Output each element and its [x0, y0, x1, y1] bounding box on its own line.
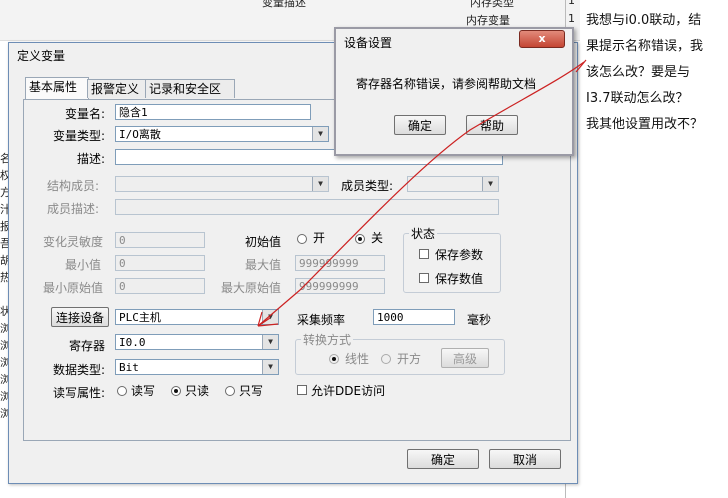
question-line: 果提示名称错误，我 [586, 39, 704, 54]
question-line: 我想与i0.0联动，结 [586, 13, 702, 28]
question-text: 我想与i0.0联动，结 果提示名称错误，我 该怎么改？要是与 I3.7联动怎么改… [586, 8, 726, 138]
annotation-stroke [257, 61, 585, 327]
question-line: 该怎么改？要是与 [586, 65, 691, 80]
question-line: 我其他设置用改不？ [586, 117, 704, 132]
question-line: I3.7联动怎么改？ [586, 91, 689, 106]
annotation-arrowhead [257, 311, 279, 327]
